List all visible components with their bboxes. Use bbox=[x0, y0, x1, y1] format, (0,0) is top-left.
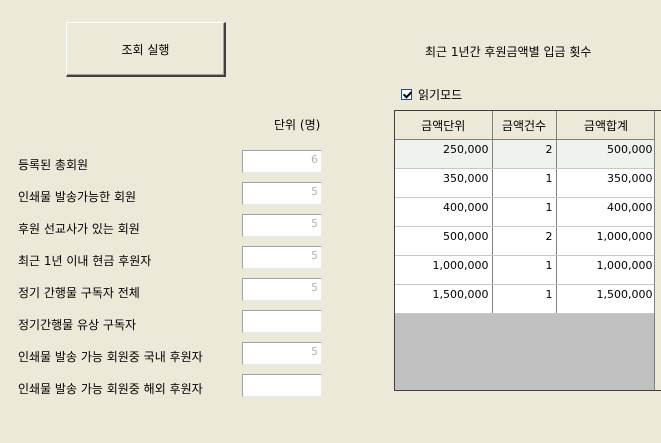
cell-count[interactable]: 2 bbox=[492, 139, 557, 169]
cell-amount-unit[interactable]: 1,000,000 bbox=[395, 255, 493, 285]
table-row[interactable]: 500,000 2 1,000,000 bbox=[395, 226, 657, 256]
table-row[interactable]: 250,000 2 500,000 bbox=[395, 139, 657, 169]
stat-field-total-members[interactable]: 6 bbox=[242, 150, 322, 173]
unit-label: 단위 (명) bbox=[274, 118, 321, 132]
cell-count[interactable]: 1 bbox=[492, 255, 557, 285]
stat-field-overseas-donors[interactable] bbox=[242, 374, 322, 397]
donation-amount-grid[interactable]: 금액단위 금액건수 금액합계 250,000 2 500,000 350,000… bbox=[394, 110, 661, 391]
stat-label-with-missionary: 후원 선교사가 있는 회원 bbox=[18, 222, 140, 236]
stat-field-domestic-donors[interactable]: 5 bbox=[242, 342, 322, 365]
cell-total[interactable]: 350,000 bbox=[556, 168, 657, 198]
stat-label-domestic-donors: 인쇄물 발송 가능 회원중 국내 후원자 bbox=[18, 350, 203, 364]
table-row[interactable]: 1,500,000 1 1,500,000 bbox=[395, 284, 657, 314]
cell-count[interactable]: 1 bbox=[492, 284, 557, 314]
col-header-total[interactable]: 금액합계 bbox=[556, 111, 657, 140]
stat-label-mailable-members: 인쇄물 발송가능한 회원 bbox=[18, 190, 137, 204]
cell-total[interactable]: 1,000,000 bbox=[556, 255, 657, 285]
grid-table: 금액단위 금액건수 금액합계 250,000 2 500,000 350,000… bbox=[395, 111, 657, 314]
stat-label-all-subscribers: 정기 간행물 구독자 전체 bbox=[18, 286, 140, 300]
stat-field-all-subscribers[interactable]: 5 bbox=[242, 278, 322, 301]
stat-field-mailable-members[interactable]: 5 bbox=[242, 182, 322, 205]
cell-count[interactable]: 1 bbox=[492, 197, 557, 227]
col-header-amount-unit[interactable]: 금액단위 bbox=[395, 111, 493, 140]
table-row[interactable]: 350,000 1 350,000 bbox=[395, 168, 657, 198]
col-header-count[interactable]: 금액건수 bbox=[492, 111, 557, 140]
table-row[interactable]: 400,000 1 400,000 bbox=[395, 197, 657, 227]
stat-label-overseas-donors: 인쇄물 발송 가능 회원중 해외 후원자 bbox=[18, 382, 203, 396]
cell-amount-unit[interactable]: 250,000 bbox=[395, 139, 493, 169]
cell-total[interactable]: 400,000 bbox=[556, 197, 657, 227]
grid-scrollbar[interactable] bbox=[654, 111, 661, 390]
table-row[interactable]: 1,000,000 1 1,000,000 bbox=[395, 255, 657, 285]
cell-count[interactable]: 1 bbox=[492, 168, 557, 198]
cell-count[interactable]: 2 bbox=[492, 226, 557, 256]
cell-total[interactable]: 1,000,000 bbox=[556, 226, 657, 256]
cell-total[interactable]: 500,000 bbox=[556, 139, 657, 169]
stat-label-recent-cash-donors: 최근 1년 이내 현금 후원자 bbox=[18, 254, 152, 268]
stat-field-paid-subscribers[interactable] bbox=[242, 310, 322, 333]
stat-field-recent-cash-donors[interactable]: 5 bbox=[242, 246, 322, 269]
stat-field-with-missionary[interactable]: 5 bbox=[242, 214, 322, 237]
read-mode-label: 읽기모드 bbox=[418, 88, 463, 102]
grid-header-row: 금액단위 금액건수 금액합계 bbox=[395, 111, 657, 140]
cell-amount-unit[interactable]: 1,500,000 bbox=[395, 284, 493, 314]
cell-amount-unit[interactable]: 500,000 bbox=[395, 226, 493, 256]
cell-amount-unit[interactable]: 350,000 bbox=[395, 168, 493, 198]
query-button[interactable]: 조회 실행 bbox=[66, 22, 226, 77]
stat-label-total-members: 등록된 총회원 bbox=[18, 158, 89, 172]
cell-amount-unit[interactable]: 400,000 bbox=[395, 197, 493, 227]
stat-label-paid-subscribers: 정기간행물 유상 구독자 bbox=[18, 318, 137, 332]
read-mode-checkbox[interactable]: 읽기모드 bbox=[401, 86, 462, 103]
cell-total[interactable]: 1,500,000 bbox=[556, 284, 657, 314]
checkbox-check-icon[interactable] bbox=[401, 89, 412, 100]
summary-title: 최근 1년간 후원금액별 입금 횟수 bbox=[425, 45, 592, 59]
